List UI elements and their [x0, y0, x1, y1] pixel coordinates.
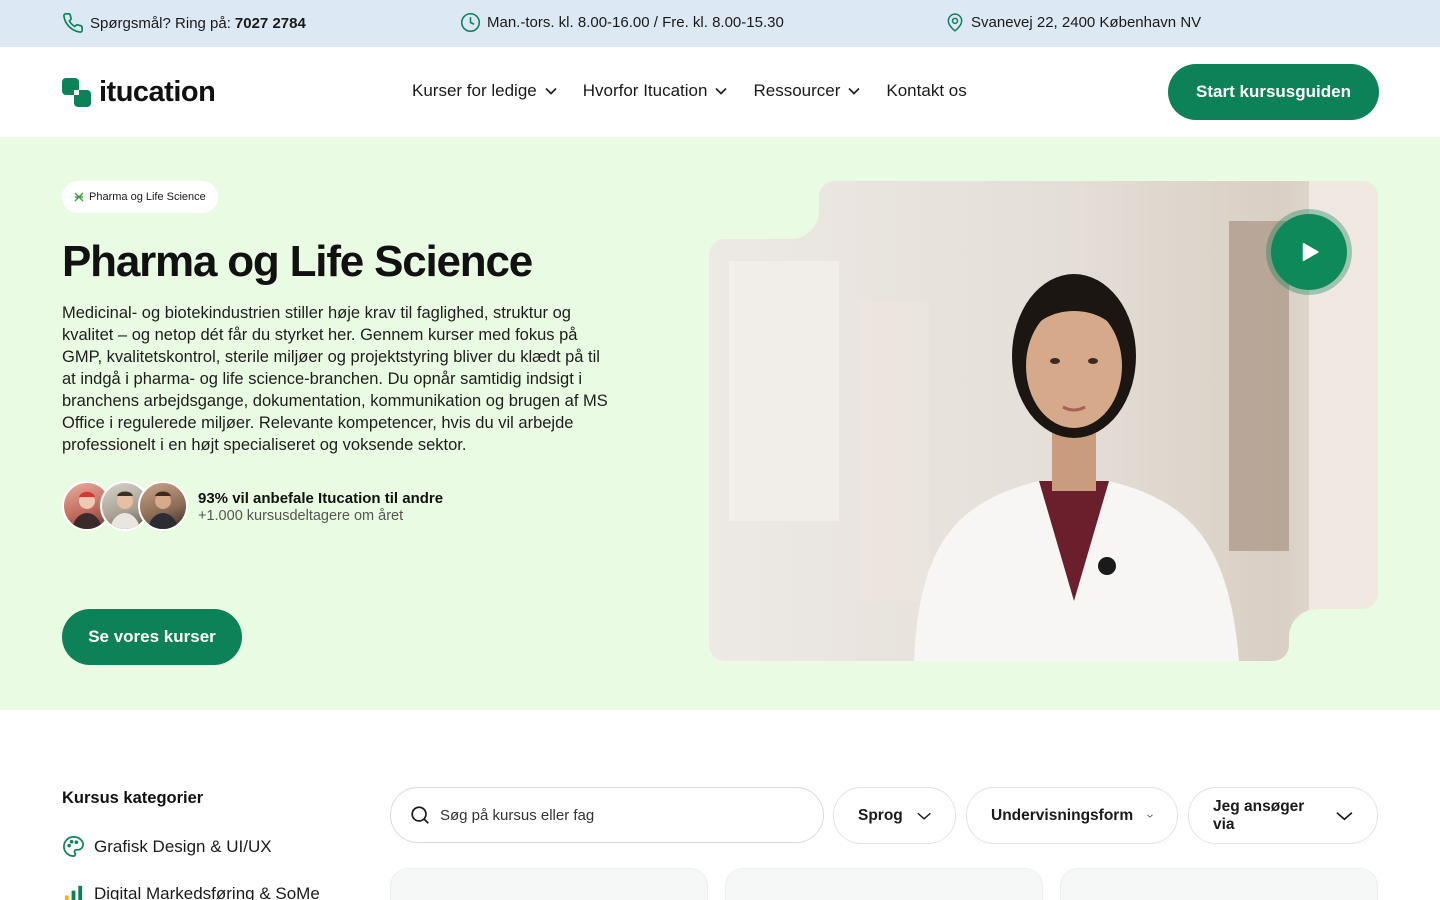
phone-icon [63, 13, 83, 33]
recommendation-rate: 93% vil anbefale Itucation til andre [198, 490, 444, 507]
top-info-bar: Spørgsmål? Ring på: 7027 2784 Man.-tors.… [0, 0, 1440, 47]
nav-kontakt-os[interactable]: Kontakt os [886, 81, 966, 101]
page-title: Pharma og Life Science [62, 237, 533, 286]
nav-kurser-for-ledige[interactable]: Kurser for ledige [412, 81, 557, 101]
category-label: Grafisk Design & UI/UX [94, 836, 272, 856]
chevron-down-icon [848, 87, 860, 95]
filter-sprog[interactable]: Sprog [833, 787, 956, 844]
address-text: Svanevej 22, 2400 København NV [971, 14, 1202, 31]
person-icon [148, 491, 178, 529]
dna-icon [74, 192, 84, 202]
filter-label: Jeg ansøger via [1213, 797, 1305, 833]
hours-text: Man.-tors. kl. 8.00-16.00 / Fre. kl. 8.0… [487, 14, 784, 31]
se-vores-kurser-button[interactable]: Se vores kurser [62, 609, 242, 665]
opening-hours: Man.-tors. kl. 8.00-16.00 / Fre. kl. 8.0… [460, 12, 784, 33]
category-badge: Pharma og Life Science [62, 181, 218, 213]
nav-label: Kurser for ledige [412, 81, 537, 100]
address-info: Svanevej 22, 2400 København NV [945, 12, 1201, 33]
chevron-down-icon [1336, 811, 1353, 820]
nav-hvorfor-itucation[interactable]: Hvorfor Itucation [583, 81, 728, 101]
category-digital-markedsforing[interactable]: Digital Markedsføring & SoMe [62, 882, 320, 900]
nav-ressourcer[interactable]: Ressourcer [753, 81, 860, 101]
phone-number[interactable]: 7027 2784 [235, 15, 306, 32]
phone-label: Spørgsmål? Ring på: [90, 14, 231, 32]
filter-jeg-ansoger-via[interactable]: Jeg ansøger via [1188, 787, 1378, 844]
phone-info[interactable]: Spørgsmål? Ring på: 7027 2784 [62, 12, 306, 34]
site-header: itucation Kurser for ledige Hvorfor Ituc… [0, 47, 1440, 137]
location-pin-icon [947, 13, 963, 32]
start-kursusguiden-button[interactable]: Start kursusguiden [1168, 64, 1379, 120]
play-video-button[interactable] [1271, 214, 1347, 290]
bar-chart-icon [64, 885, 83, 900]
main-nav: Kurser for ledige Hvorfor Itucation Ress… [412, 81, 993, 101]
badge-label: Pharma og Life Science [89, 191, 206, 203]
filter-label: Undervisningsform [991, 806, 1134, 824]
logo[interactable]: itucation [62, 76, 216, 109]
logo-text: itucation [99, 76, 216, 108]
category-grafisk-design[interactable]: Grafisk Design & UI/UX [62, 835, 272, 858]
hero-description: Medicinal- og biotekindustrien stiller h… [62, 304, 608, 454]
search-box[interactable] [390, 787, 824, 843]
hero-section: Pharma og Life Science Pharma og Life Sc… [0, 137, 1440, 710]
search-input[interactable] [440, 806, 800, 824]
categories-title: Kursus kategorier [62, 789, 204, 807]
palette-icon [63, 836, 84, 857]
avatar-group [62, 481, 190, 531]
category-label: Digital Markedsføring & SoMe [94, 883, 320, 900]
participants-count: +1.000 kursusdeltagere om året [198, 508, 404, 524]
chevron-down-icon [917, 812, 931, 820]
chevron-down-icon [545, 87, 557, 95]
clock-icon [460, 12, 481, 33]
filter-undervisningsform[interactable]: Undervisningsform [966, 787, 1178, 844]
logo-mark-icon [62, 78, 91, 107]
course-card[interactable] [390, 868, 708, 900]
play-icon [1302, 243, 1319, 261]
search-icon [411, 806, 429, 824]
nav-label: Hvorfor Itucation [582, 81, 708, 100]
filter-label: Sprog [858, 806, 903, 824]
nav-label: Kontakt os [886, 81, 967, 100]
chevron-down-icon [1147, 814, 1153, 818]
nav-label: Ressourcer [753, 81, 841, 100]
course-card[interactable] [1060, 868, 1378, 900]
course-card[interactable] [725, 868, 1043, 900]
avatar [138, 481, 188, 531]
chevron-down-icon [715, 87, 728, 95]
